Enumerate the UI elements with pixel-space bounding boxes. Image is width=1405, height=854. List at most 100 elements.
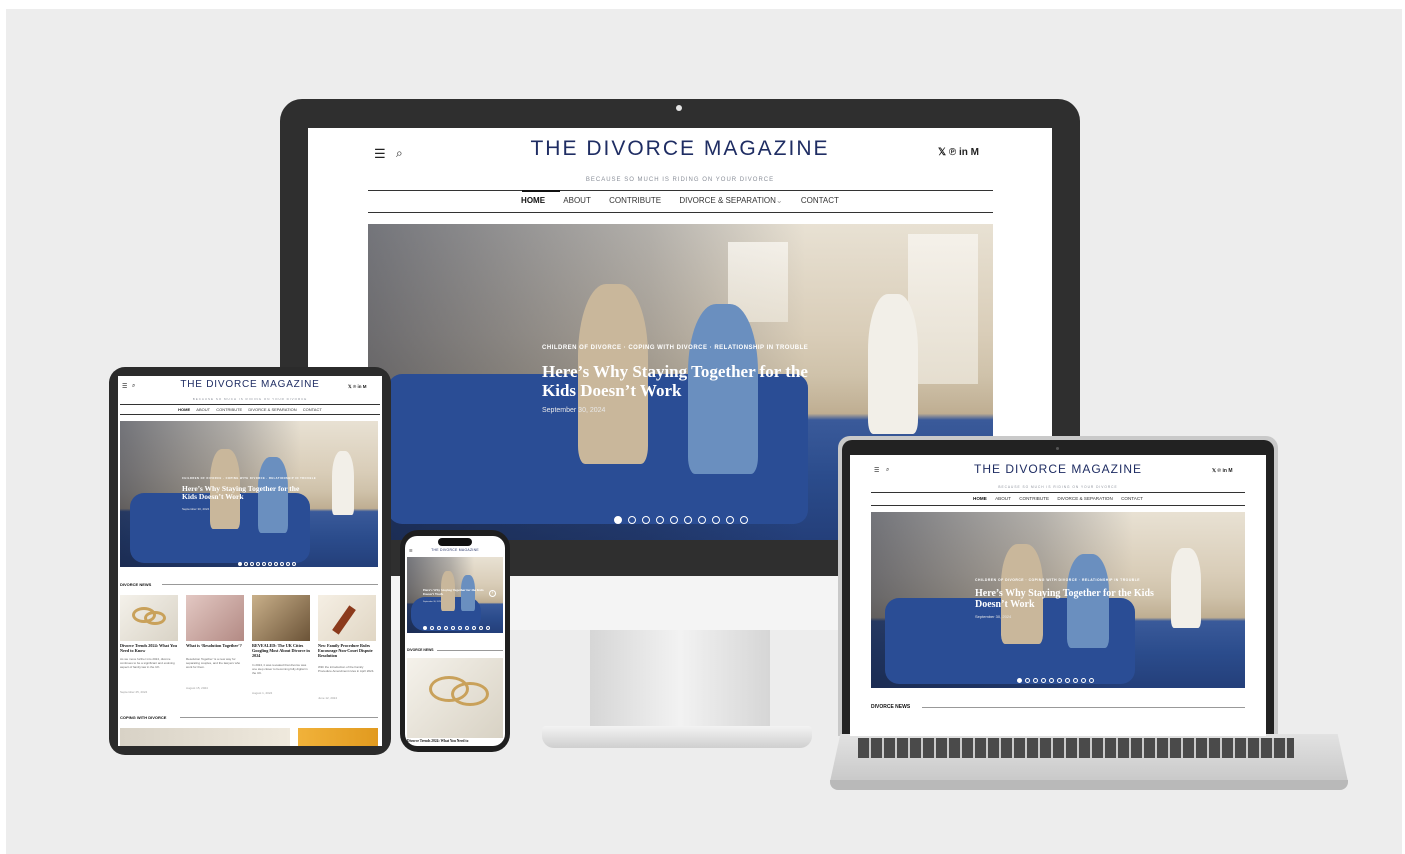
slider-dots[interactable] <box>238 553 298 567</box>
slider-dot[interactable] <box>238 562 242 566</box>
social-icons[interactable]: 𝕏 ℗ in M <box>1212 468 1233 474</box>
slider-dot[interactable] <box>628 516 636 524</box>
slider-dot[interactable] <box>1033 678 1038 683</box>
article-thumb-rings[interactable] <box>120 595 178 641</box>
slider-dot[interactable] <box>262 562 266 566</box>
hero-date: September 30, 2024 <box>182 507 210 511</box>
section-divorce-news[interactable]: DIVORCE NEWS <box>120 582 151 587</box>
slider-dots[interactable] <box>423 617 493 633</box>
slider-dot[interactable] <box>1065 678 1070 683</box>
slider-dot[interactable] <box>444 626 448 630</box>
site-title[interactable]: THE DIVORCE MAGAZINE <box>405 548 505 552</box>
slider-dot[interactable] <box>642 516 650 524</box>
article-title[interactable]: Divorce Trends 2024: What You Need to Kn… <box>120 643 178 654</box>
slider-dot[interactable] <box>726 516 734 524</box>
article-thumb-rings[interactable] <box>407 658 503 738</box>
slider-dots[interactable] <box>614 511 754 529</box>
section-rule <box>180 717 378 718</box>
nav-divorce-separation[interactable]: DIVORCE & SEPARATION <box>679 196 776 205</box>
slider-dot[interactable] <box>1057 678 1062 683</box>
social-icons[interactable]: 𝕏 ℗ in M <box>938 147 979 158</box>
slider-dot[interactable] <box>670 516 678 524</box>
nav-contact[interactable]: CONTACT <box>1121 496 1143 501</box>
slider-dot[interactable] <box>656 516 664 524</box>
hero-categories[interactable]: CHILDREN OF DIVORCE · COPING WITH DIVORC… <box>975 578 1140 582</box>
hero-slider[interactable]: CHILDREN OF DIVORCE · COPING WITH DIVORC… <box>120 421 378 567</box>
slider-dot[interactable] <box>1049 678 1054 683</box>
social-icons[interactable]: 𝕏 ℗ in M <box>348 384 366 390</box>
slider-dot[interactable] <box>451 626 455 630</box>
nav-contribute[interactable]: CONTRIBUTE <box>1019 496 1049 501</box>
slider-dot[interactable] <box>486 626 490 630</box>
slider-dot[interactable] <box>465 626 469 630</box>
slider-dot[interactable] <box>286 562 290 566</box>
slider-dot[interactable] <box>1025 678 1030 683</box>
article-thumb[interactable] <box>120 728 290 746</box>
slider-dot[interactable] <box>698 516 706 524</box>
article-title[interactable]: New Family Procedure Rules Encourage Non… <box>318 643 376 658</box>
article-thumb-desk[interactable] <box>252 595 310 641</box>
slider-dot[interactable] <box>430 626 434 630</box>
nav-home[interactable]: HOME <box>973 496 987 501</box>
article-thumb[interactable] <box>298 728 378 746</box>
nav-about[interactable]: ABOUT <box>563 196 591 205</box>
hero-title[interactable]: Here’s Why Staying Together for the Kids… <box>975 588 1155 610</box>
next-slide-icon[interactable]: › <box>489 590 496 597</box>
monitor-base <box>542 726 812 748</box>
hero-slider[interactable]: Here’s Why Staying Together for the Kids… <box>407 557 503 633</box>
hero-title[interactable]: Here’s Why Staying Together for the Kids… <box>542 362 832 400</box>
slider-dots[interactable] <box>1017 670 1097 688</box>
slider-dot[interactable] <box>740 516 748 524</box>
section-divorce-news[interactable]: DIVORCE NEWS <box>407 648 434 652</box>
slider-dot[interactable] <box>472 626 476 630</box>
slider-dot[interactable] <box>268 562 272 566</box>
slider-dot[interactable] <box>1041 678 1046 683</box>
site-title[interactable]: THE DIVORCE MAGAZINE <box>118 379 382 390</box>
nav-divorce-separation[interactable]: DIVORCE & SEPARATION <box>248 407 296 412</box>
slider-dot[interactable] <box>1073 678 1078 683</box>
main-nav: HOME ABOUT CONTRIBUTE DIVORCE & SEPARATI… <box>308 196 1052 205</box>
nav-home[interactable]: HOME <box>521 196 545 205</box>
slider-dot[interactable] <box>712 516 720 524</box>
nav-top-rule <box>871 492 1245 493</box>
site-title[interactable]: THE DIVORCE MAGAZINE <box>850 462 1266 476</box>
nav-contribute[interactable]: CONTRIBUTE <box>609 196 661 205</box>
slider-dot[interactable] <box>1089 678 1094 683</box>
slider-dot[interactable] <box>684 516 692 524</box>
nav-divorce-separation[interactable]: DIVORCE & SEPARATION <box>1057 496 1112 501</box>
section-divorce-news[interactable]: DIVORCE NEWS <box>871 704 910 710</box>
slider-dot[interactable] <box>292 562 296 566</box>
section-rule <box>162 584 378 585</box>
slider-dot[interactable] <box>1081 678 1086 683</box>
nav-about[interactable]: ABOUT <box>995 496 1011 501</box>
nav-about[interactable]: ABOUT <box>196 407 210 412</box>
slider-dot[interactable] <box>1017 678 1022 683</box>
nav-contact[interactable]: CONTACT <box>801 196 839 205</box>
slider-dot[interactable] <box>280 562 284 566</box>
hero-title[interactable]: Here’s Why Staying Together for the Kids… <box>182 484 312 502</box>
nav-home[interactable]: HOME <box>178 407 190 412</box>
slider-dot[interactable] <box>423 626 427 630</box>
chevron-down-icon[interactable]: ⌄ <box>776 196 783 205</box>
slider-dot[interactable] <box>458 626 462 630</box>
nav-contribute[interactable]: CONTRIBUTE <box>216 407 242 412</box>
slider-dot[interactable] <box>437 626 441 630</box>
article-thumb-gavel[interactable] <box>318 595 376 641</box>
nav-contact[interactable]: CONTACT <box>303 407 322 412</box>
section-coping[interactable]: COPING WITH DIVORCE <box>120 715 166 720</box>
hero-categories[interactable]: CHILDREN OF DIVORCE · COPING WITH DIVORC… <box>542 345 808 351</box>
slider-dot[interactable] <box>479 626 483 630</box>
article-title[interactable]: Divorce Trends 2024: What You Need to <box>407 739 503 743</box>
site-tagline: BECAUSE SO MUCH IS RIDING ON YOUR DIVORC… <box>585 177 775 183</box>
slider-dot[interactable] <box>614 516 622 524</box>
hero-title[interactable]: Here’s Why Staying Together for the Kids… <box>423 588 489 596</box>
slider-dot[interactable] <box>274 562 278 566</box>
slider-dot[interactable] <box>244 562 248 566</box>
article-title[interactable]: REVEALED: The UK Cities Googling Most Ab… <box>252 643 310 658</box>
article-thumb-hands[interactable] <box>186 595 244 641</box>
hero-categories[interactable]: CHILDREN OF DIVORCE · COPING WITH DIVORC… <box>182 477 316 480</box>
slider-dot[interactable] <box>250 562 254 566</box>
article-title[interactable]: What is ‘Resolution Together’? <box>186 643 244 649</box>
hero-slider[interactable]: CHILDREN OF DIVORCE · COPING WITH DIVORC… <box>871 512 1245 688</box>
slider-dot[interactable] <box>256 562 260 566</box>
